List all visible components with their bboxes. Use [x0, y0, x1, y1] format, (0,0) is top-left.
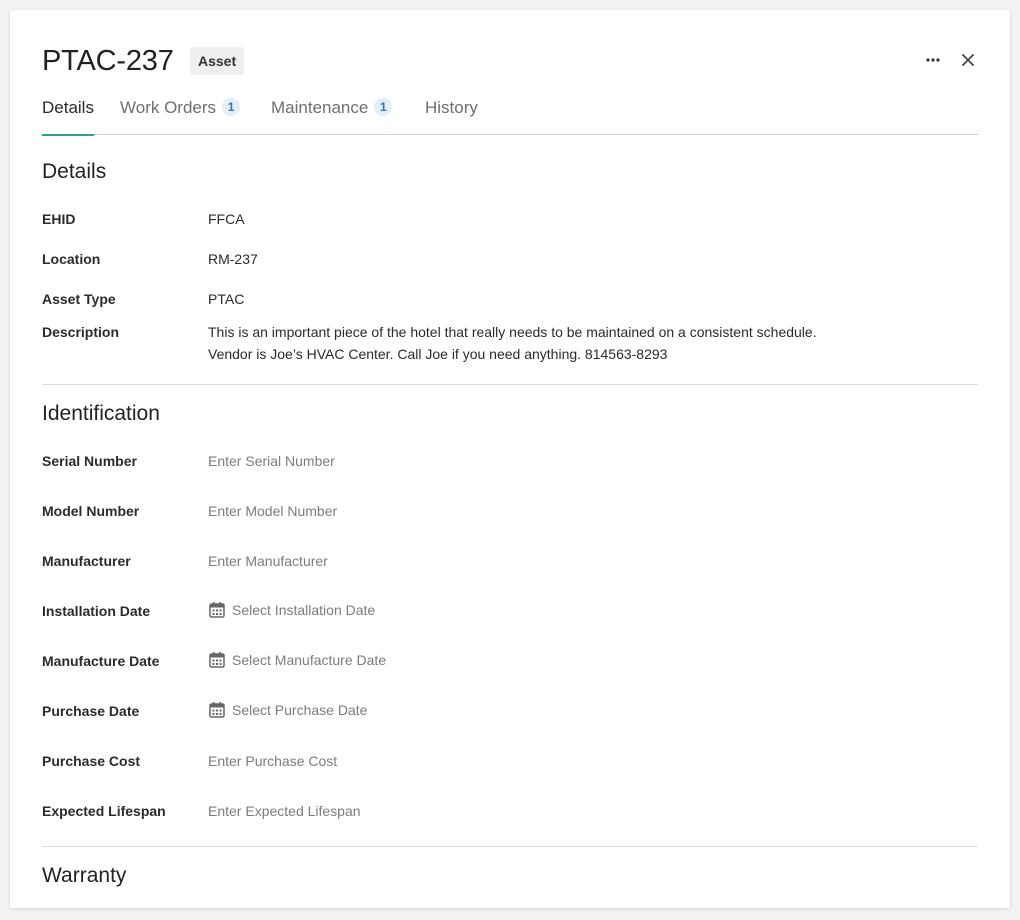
- description-line-1: This is an important piece of the hotel …: [208, 324, 817, 340]
- installation-date-label: Installation Date: [42, 603, 151, 619]
- model-number-input[interactable]: Enter Model Number: [208, 503, 337, 519]
- tab-maintenance-label: Maintenance: [271, 98, 369, 117]
- warranty-section-title: Warranty: [42, 864, 127, 887]
- location-value: RM-237: [208, 251, 258, 267]
- location-label: Location: [42, 251, 101, 267]
- close-icon: [962, 54, 974, 66]
- tab-work-orders-label: Work Orders: [120, 98, 217, 117]
- description-line-2: Vendor is Joe’s HVAC Center. Call Joe if…: [208, 346, 668, 362]
- work-orders-count-badge: 1: [222, 98, 241, 116]
- tab-details[interactable]: Details: [42, 98, 94, 136]
- purchase-date-placeholder: Select Purchase Date: [232, 702, 368, 718]
- manufacturer-label: Manufacturer: [42, 553, 131, 569]
- panel-content: PTAC-237 Asset Details Work Orders 1 Mai…: [42, 10, 978, 887]
- calendar-icon: [209, 652, 225, 668]
- serial-number-input[interactable]: Enter Serial Number: [208, 453, 335, 469]
- asset-detail-panel: PTAC-237 Asset Details Work Orders 1 Mai…: [10, 10, 1010, 908]
- tab-details-label: Details: [42, 98, 94, 117]
- section-divider: [42, 384, 978, 385]
- close-button[interactable]: [958, 49, 978, 71]
- page-title: PTAC-237: [42, 45, 174, 77]
- manufacture-date-picker[interactable]: Select Manufacture Date: [208, 651, 386, 669]
- expected-lifespan-input[interactable]: Enter Expected Lifespan: [208, 803, 361, 819]
- manufacture-date-placeholder: Select Manufacture Date: [232, 652, 387, 668]
- serial-number-label: Serial Number: [42, 453, 137, 469]
- ehid-value: FFCA: [208, 211, 245, 227]
- expected-lifespan-label: Expected Lifespan: [42, 803, 166, 819]
- tab-history[interactable]: History: [425, 98, 478, 135]
- asset-type-value: PTAC: [208, 291, 245, 307]
- tab-bar: Details Work Orders 1 Maintenance 1 Histor…: [42, 94, 978, 136]
- more-options-button[interactable]: [922, 49, 944, 71]
- manufacturer-input[interactable]: Enter Manufacturer: [208, 553, 328, 569]
- installation-date-placeholder: Select Installation Date: [232, 602, 376, 618]
- purchase-date-label: Purchase Date: [42, 703, 140, 719]
- asset-badge: Asset: [190, 47, 245, 75]
- installation-date-picker[interactable]: Select Installation Date: [208, 601, 375, 619]
- tab-maintenance[interactable]: Maintenance 1: [271, 98, 393, 135]
- details-section-title: Details: [42, 160, 107, 183]
- ehid-label: EHID: [42, 211, 76, 227]
- calendar-icon: [209, 602, 225, 618]
- purchase-cost-label: Purchase Cost: [42, 753, 141, 769]
- model-number-label: Model Number: [42, 503, 140, 519]
- purchase-date-picker[interactable]: Select Purchase Date: [208, 701, 367, 719]
- section-divider: [42, 846, 978, 847]
- tab-work-orders[interactable]: Work Orders 1: [120, 98, 241, 135]
- description-label: Description: [42, 324, 120, 340]
- tab-history-label: History: [425, 98, 478, 117]
- asset-type-label: Asset Type: [42, 291, 116, 307]
- description-value: This is an important piece of the hotel …: [208, 321, 817, 365]
- maintenance-count-badge: 1: [374, 98, 393, 116]
- more-horizontal-icon: [926, 58, 940, 62]
- purchase-cost-input[interactable]: Enter Purchase Cost: [208, 753, 337, 769]
- identification-section-title: Identification: [42, 402, 160, 425]
- manufacture-date-label: Manufacture Date: [42, 653, 160, 669]
- calendar-icon: [209, 702, 225, 718]
- panel-header: PTAC-237 Asset: [42, 10, 978, 88]
